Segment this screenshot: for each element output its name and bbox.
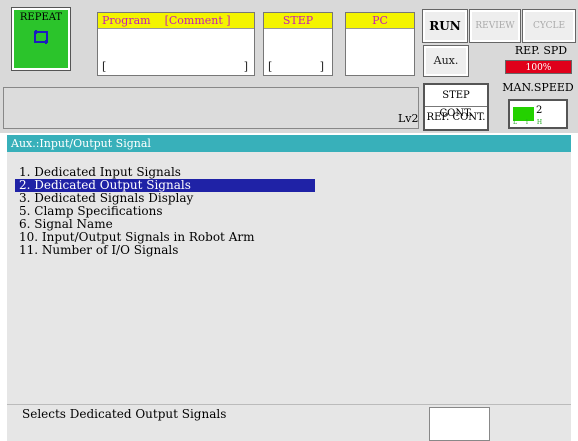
repeat-mode-button[interactable]: REPEAT xyxy=(11,7,71,71)
menu-panel: 1. Dedicated Input Signals 2. Dedicated … xyxy=(7,152,571,404)
page-title: Aux.:Input/Output Signal xyxy=(7,135,571,152)
program-open-bracket: [ xyxy=(102,60,107,73)
message-field xyxy=(3,87,419,129)
man-speed-gauge[interactable]: 2 LlH xyxy=(508,99,568,129)
program-label: Program xyxy=(102,14,151,27)
man-speed-value: 2 xyxy=(536,105,543,116)
run-button[interactable]: RUN xyxy=(422,9,468,43)
repeat-label: REPEAT xyxy=(19,12,63,23)
step-rep-cont-toggle[interactable]: STEP CONT. REP. CONT. xyxy=(423,83,489,131)
review-button[interactable]: REVIEW xyxy=(469,9,521,43)
step-cont-label: STEP CONT. xyxy=(425,87,487,119)
program-close-bracket: ] xyxy=(243,60,248,73)
status-message: Selects Dedicated Output Signals xyxy=(22,407,227,421)
program-box[interactable]: Program [Comment ] [ ] xyxy=(97,12,255,76)
step-label: STEP xyxy=(264,13,332,29)
pc-label: PC xyxy=(346,13,414,29)
cycle-button[interactable]: CYCLE xyxy=(522,9,576,43)
level-indicator: Lv2 xyxy=(398,112,419,125)
repeat-icon xyxy=(34,30,48,44)
pc-box[interactable]: PC xyxy=(345,12,415,76)
step-close-bracket: ] xyxy=(319,60,324,73)
input-box[interactable] xyxy=(429,407,490,441)
man-speed-ticks: LlH xyxy=(513,119,552,126)
rep-spd-label: REP. SPD xyxy=(514,44,568,57)
rep-spd-value[interactable]: 100% xyxy=(505,60,572,74)
rep-cont-label: REP. CONT. xyxy=(426,112,486,123)
menu-item-number-of-io-signals[interactable]: 11. Number of I/O Signals xyxy=(15,244,315,257)
program-header: Program [Comment ] xyxy=(98,13,254,29)
menu-list: 1. Dedicated Input Signals 2. Dedicated … xyxy=(15,166,315,257)
aux-button[interactable]: Aux. xyxy=(423,45,469,77)
step-open-bracket: [ xyxy=(268,60,273,73)
step-box[interactable]: STEP [ ] xyxy=(263,12,333,76)
comment-label: [Comment ] xyxy=(164,14,231,27)
man-speed-label: MAN.SPEED xyxy=(502,81,574,94)
